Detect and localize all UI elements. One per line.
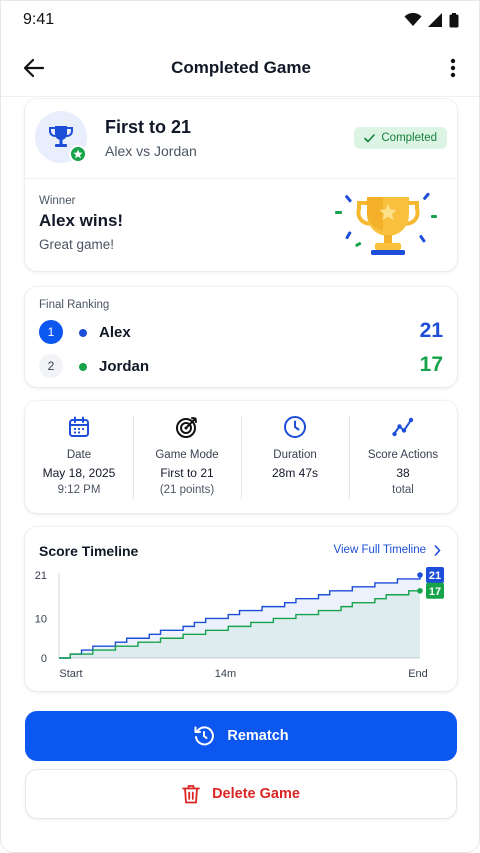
signal-icon: [428, 13, 442, 27]
delete-label: Delete Game: [212, 786, 300, 802]
final-ranking-card: Final Ranking 1 Alex 21 2 Jordan 17: [25, 287, 457, 387]
stat-duration: Duration 28m 47s: [241, 401, 349, 513]
ranking-row: 1 Alex 21: [39, 319, 443, 346]
delete-game-button[interactable]: Delete Game: [25, 769, 457, 819]
back-button[interactable]: [21, 55, 47, 81]
stat-value: May 18, 2025: [42, 466, 116, 480]
app-bar: Completed Game: [1, 39, 479, 97]
star-badge-icon: [69, 145, 87, 163]
winner-trophy-icon: [335, 192, 437, 255]
status-bar: 9:41: [1, 1, 479, 39]
winner-name: Alex wins!: [39, 211, 124, 230]
series-end-label: 17: [429, 586, 441, 598]
arrow-left-icon: [23, 58, 45, 78]
target-icon: [176, 417, 197, 438]
rematch-icon: [194, 726, 215, 746]
battery-icon: [449, 12, 459, 27]
game-summary-card: First to 21 Alex vs Jordan Completed Win…: [25, 99, 457, 271]
game-matchup: Alex vs Jordan: [105, 143, 197, 159]
trash-icon: [182, 785, 200, 804]
rematch-label: Rematch: [227, 728, 289, 744]
stat-label: Score Actions: [367, 449, 439, 461]
calendar-icon: [69, 416, 89, 437]
more-vertical-icon: [450, 58, 456, 78]
player-color-dot: [79, 329, 87, 337]
game-stats-card: Date May 18, 2025 9:12 PM Game Mode Firs…: [25, 401, 457, 513]
stat-date: Date May 18, 2025 9:12 PM: [25, 401, 133, 513]
stat-sub: 9:12 PM: [57, 484, 101, 496]
x-tick-label: Start: [59, 668, 82, 680]
player-score: 17: [419, 353, 443, 376]
ranking-row: 2 Jordan 17: [39, 353, 443, 380]
page-title: Completed Game: [171, 57, 311, 77]
stat-label: Game Mode: [155, 449, 219, 461]
more-options-button[interactable]: [445, 55, 461, 81]
score-timeline-card: Score Timeline View Full Timeline 21 10 0 S…: [25, 527, 457, 691]
rank-badge: 2: [39, 354, 63, 378]
winner-label: Winner: [39, 195, 76, 207]
check-icon: [364, 133, 376, 142]
stat-value: 28m 47s: [271, 466, 319, 480]
player-name: Alex: [99, 324, 131, 341]
stat-value: 38: [396, 466, 410, 480]
series-end-point: [417, 572, 423, 578]
rank-badge: 1: [39, 320, 63, 344]
stat-game-mode: Game Mode First to 21 (21 points): [133, 401, 241, 513]
stat-sub: total: [392, 484, 414, 496]
y-tick-label: 10: [35, 613, 47, 625]
clock-icon: [284, 416, 306, 438]
score-timeline-chart: 21 10 0 Start 14m End 21 17: [35, 567, 444, 680]
screen: 9:41 Completed Game First to 21 Alex vs …: [0, 0, 480, 853]
y-tick-label: 0: [41, 653, 47, 665]
game-title: First to 21: [105, 117, 192, 137]
stat-sub: (21 points): [159, 484, 215, 496]
status-badge: Completed: [354, 127, 447, 149]
player-color-dot: [79, 363, 87, 371]
x-tick-label: End: [408, 668, 428, 680]
trend-icon: [392, 417, 414, 437]
y-tick-label: 21: [35, 570, 47, 582]
player-score: 21: [419, 319, 443, 342]
stat-value: First to 21: [160, 466, 214, 480]
series-end-point: [417, 588, 423, 594]
player-name: Jordan: [99, 358, 150, 375]
wifi-icon: [404, 13, 422, 26]
stat-label: Duration: [273, 449, 317, 461]
status-badge-label: Completed: [381, 132, 437, 144]
series-end-label: 21: [429, 570, 441, 582]
rematch-button[interactable]: Rematch: [25, 711, 457, 761]
status-time: 9:41: [23, 11, 55, 28]
winner-message: Great game!: [39, 237, 115, 252]
stat-label: Date: [66, 449, 92, 461]
x-tick-label: 14m: [215, 668, 236, 680]
ranking-title: Final Ranking: [39, 299, 110, 311]
stat-score-actions: Score Actions 38 total: [349, 401, 457, 513]
